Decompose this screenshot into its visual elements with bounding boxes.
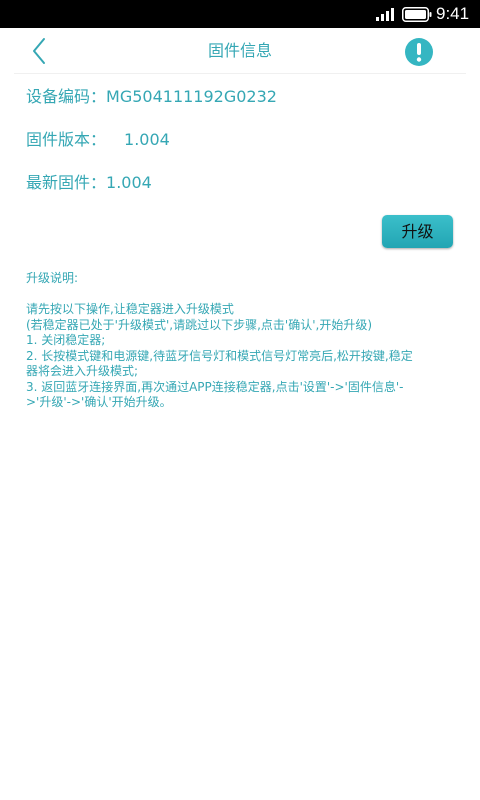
status-time: 9:41 [436, 4, 470, 23]
instruction-line: 2. 长按模式键和电源键,待蓝牙信号灯和模式信号灯常亮后,松开按键,稳定 [26, 348, 413, 363]
firmware-version-row: 固件版本： 1.004 [26, 129, 170, 151]
firmware-version-label: 固件版本： [26, 130, 107, 149]
latest-firmware-value: 1.004 [106, 173, 152, 192]
device-code-value: MG504111192G0232 [106, 87, 277, 106]
instruction-line: 1. 关闭稳定器; [26, 333, 106, 347]
instruction-line: 3. 返回蓝牙连接界面,再次通过APP连接稳定器,点击'设置'->'固件信息'- [26, 379, 404, 394]
header-divider [14, 73, 466, 74]
instruction-line: 请先按以下操作,让稳定器进入升级模式 [26, 302, 234, 316]
device-code-label: 设备编码： [26, 87, 107, 106]
info-button[interactable] [404, 37, 434, 67]
upgrade-instructions-title: 升级说明: [26, 271, 79, 285]
firmware-version-value: 1.004 [124, 130, 170, 149]
navigation-bar: 固件信息 [0, 28, 480, 74]
upgrade-instructions-body: 请先按以下操作,让稳定器进入升级模式 (若稳定器已处于'升级模式',请跳过以下步… [26, 302, 456, 411]
upgrade-button[interactable]: 升级 [382, 215, 453, 248]
latest-firmware-label: 最新固件： [26, 173, 107, 192]
instruction-line: (若稳定器已处于'升级模式',请跳过以下步骤,点击'确认',开始升级) [26, 317, 373, 332]
latest-firmware-row: 最新固件：1.004 [26, 172, 152, 194]
device-code-row: 设备编码：MG504111192G0232 [26, 86, 277, 108]
instruction-line: 器将会进入升级模式; [26, 364, 139, 378]
battery-icon [402, 7, 432, 22]
exclamation-circle-icon [405, 38, 433, 66]
instruction-line: >'升级'->'确认'开始升级。 [26, 395, 172, 409]
status-bar: 9:41 [0, 0, 480, 28]
cell-signal-icon [376, 8, 394, 21]
